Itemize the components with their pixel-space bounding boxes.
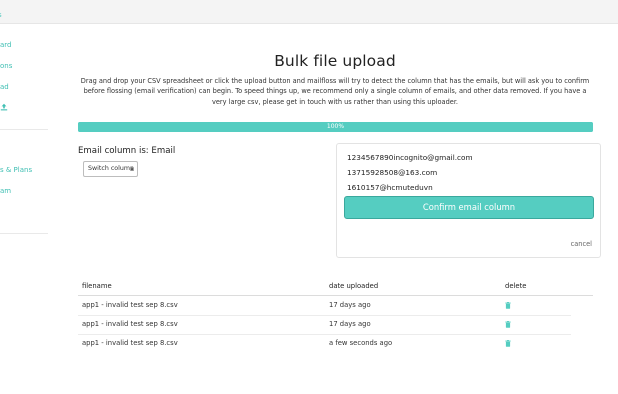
sidebar-item-upload[interactable]: ad	[0, 83, 9, 91]
email-preview-item: 13715928508@163.com	[347, 168, 438, 177]
table-row-filename: app1 - invalid test sep 8.csv	[82, 320, 178, 328]
table-row-divider	[78, 334, 571, 335]
email-preview-panel: 1234567890incognito@gmail.com 1371592850…	[336, 143, 601, 258]
table-row-divider	[78, 315, 571, 316]
sidebar-item-billing-plans[interactable]: s & Plans	[0, 166, 32, 174]
trash-icon[interactable]	[505, 340, 511, 347]
table-row-date: a few seconds ago	[329, 339, 393, 347]
sidebar-divider	[0, 129, 48, 130]
page-title: Bulk file upload	[274, 52, 396, 70]
table-row-filename: app1 - invalid test sep 8.csv	[82, 339, 178, 347]
select-arrows-icon: ▲	[130, 166, 134, 172]
table-header-divider	[78, 295, 593, 296]
email-preview-item: 1610157@hcmuteduvn	[347, 183, 433, 192]
table-row-date: 17 days ago	[329, 301, 371, 309]
trash-icon[interactable]	[505, 302, 511, 309]
brand-text[interactable]: s	[0, 11, 2, 19]
trash-icon[interactable]	[505, 321, 511, 328]
switch-column-select[interactable]: Switch column ▲	[83, 161, 138, 177]
confirm-email-column-button[interactable]: Confirm email column	[344, 196, 594, 219]
intro-text: Drag and drop your CSV spreadsheet or cl…	[80, 77, 590, 106]
sidebar-item-dashboard[interactable]: ard	[0, 41, 12, 49]
column-header-delete: delete	[505, 282, 527, 290]
table-row-date: 17 days ago	[329, 320, 371, 328]
upload-icon[interactable]	[0, 103, 8, 111]
column-header-filename: filename	[82, 282, 112, 290]
progress-label: 100%	[326, 123, 345, 130]
upload-progress-bar: 100%	[78, 122, 593, 132]
sidebar-item-team[interactable]: am	[0, 187, 11, 195]
sidebar-divider	[0, 233, 48, 234]
email-preview-item: 1234567890incognito@gmail.com	[347, 153, 473, 162]
email-column-label: Email column is: Email	[78, 146, 176, 156]
top-bar: s	[0, 0, 618, 24]
cancel-link[interactable]: cancel	[571, 240, 592, 248]
switch-column-label: Switch column	[88, 165, 134, 172]
sidebar: ard ons ad s & Plans am	[0, 24, 48, 394]
table-row-filename: app1 - invalid test sep 8.csv	[82, 301, 178, 309]
column-header-date-uploaded: date uploaded	[329, 282, 379, 290]
